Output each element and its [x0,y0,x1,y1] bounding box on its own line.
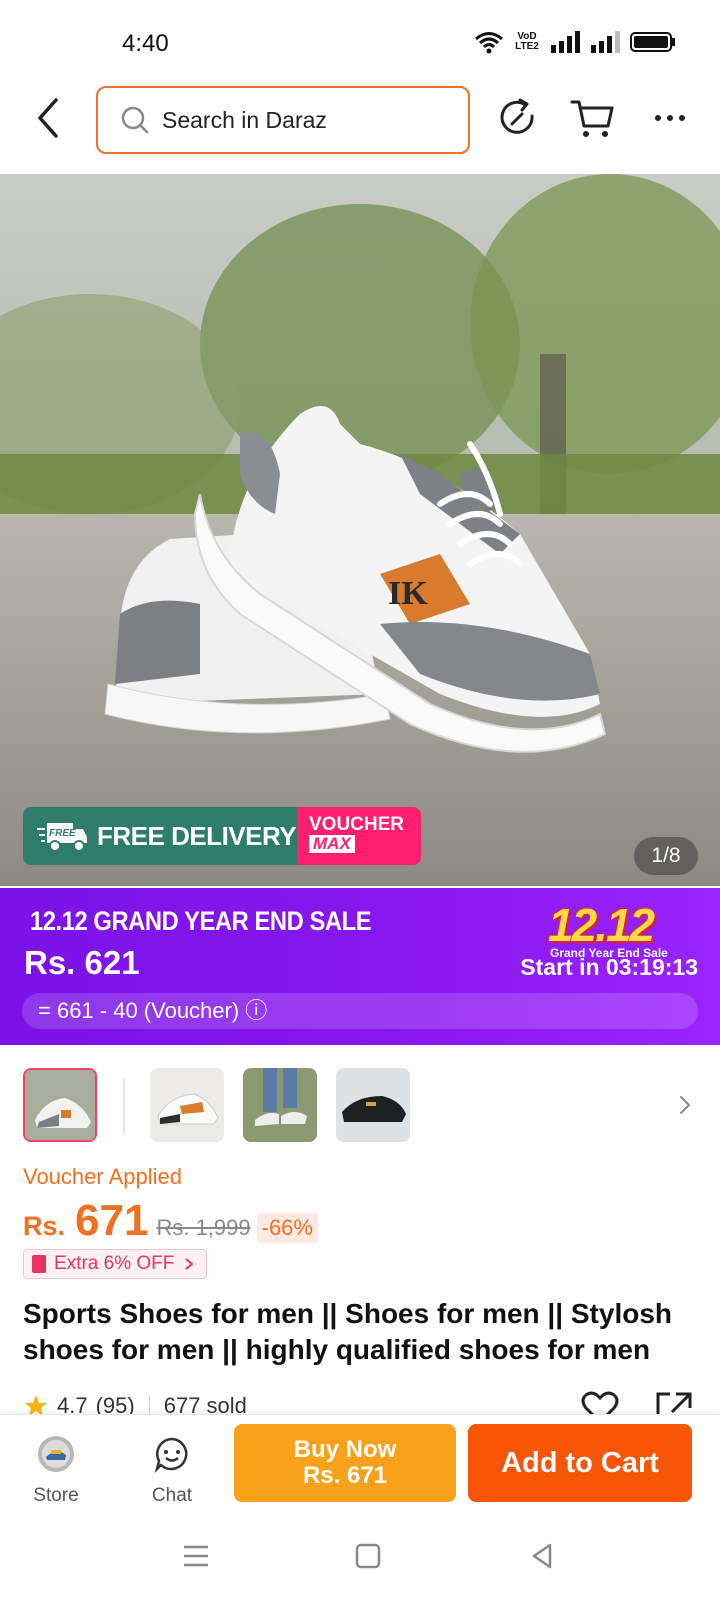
add-to-cart-button[interactable]: Add to Cart [468,1424,692,1502]
chat-label: Chat [151,1485,193,1506]
status-bar: 4:40 VoD LTE2 [0,0,720,80]
chat-button[interactable]: Chat [132,1435,212,1507]
sale-price-breakdown[interactable]: = 661 - 40 (Voucher) ⓘ [22,993,698,1029]
volte-bottom: LTE2 [515,41,539,52]
thumbnail-image [25,1070,95,1140]
coupon-icon [32,1255,46,1273]
chevron-right-icon[interactable] [678,1092,692,1118]
price-currency: Rs. [23,1211,66,1241]
store-button[interactable]: Store [16,1435,96,1507]
svg-text:IK: IK [388,575,428,612]
chevron-right-icon [185,1258,194,1270]
back-arrow-icon[interactable] [30,96,70,140]
thumbnail-divider [123,1078,125,1134]
status-icons: VoD LTE2 [474,30,676,54]
more-dots-icon[interactable] [648,96,692,140]
free-mini-label: FREE [49,828,76,839]
free-delivery-label: FREE DELIVERY [97,820,297,851]
thumbnail-2[interactable] [150,1068,224,1142]
extra-off-label: Extra 6% OFF [54,1253,175,1274]
store-icon [38,1436,74,1472]
store-label: Store [33,1485,79,1506]
extra-off-chip[interactable]: Extra 6% OFF [23,1249,208,1279]
menu-icon[interactable] [180,1540,212,1572]
bottom-action-bar: Store Chat Buy Now Rs. 671 Add to Cart [0,1414,720,1516]
buy-now-label: Buy Now [293,1436,397,1463]
battery-icon [630,32,675,52]
voucher-applied-label: Voucher Applied [23,1164,183,1189]
price-amount: 671 [75,1196,149,1245]
product-image-carousel[interactable]: IK FREE FREE DELIVERY VOUCHER MAX 1/8 [0,174,720,886]
buy-now-price: Rs. 671 [302,1462,388,1489]
system-nav-bar [0,1516,720,1600]
free-delivery-badge: FREE FREE DELIVERY [23,807,298,865]
sale-logo: 12.12 Grand Year End Sale [548,898,688,960]
top-header: Search in Daraz [0,84,720,154]
sale-countdown: Start in 03:19:13 [520,954,698,980]
thumbnail-4[interactable] [336,1068,410,1142]
thumbnail-3[interactable] [243,1068,317,1142]
share-refresh-icon[interactable] [496,96,540,140]
sale-banner[interactable]: 12.12 GRAND YEAR END SALE Rs. 621 = 661 … [0,888,720,1045]
buy-now-button[interactable]: Buy Now Rs. 671 [234,1424,456,1502]
home-square-icon[interactable] [352,1540,384,1572]
status-time: 4:40 [122,30,169,57]
image-counter: 1/8 [634,837,698,875]
volte-indicator: VoD LTE2 [514,32,540,52]
voucher-label: VOUCHER [309,814,405,835]
original-price: Rs. 1,999 [156,1215,251,1240]
product-photo: IK [0,174,720,886]
cart-icon[interactable] [570,96,614,140]
thumbnail-image [243,1068,317,1142]
search-icon [121,106,149,134]
search-placeholder: Search in Daraz [162,106,327,133]
thumbnail-strip [0,1068,720,1146]
sale-price: Rs. 621 [24,944,140,981]
price-row: Rs. 671 Rs. 1,999 -66% [23,1196,318,1248]
discount-badge: -66% [256,1213,318,1243]
voucher-max-badge: VOUCHER MAX [297,807,421,865]
search-input[interactable]: Search in Daraz [96,86,470,154]
thumbnail-image [336,1068,410,1142]
product-title: Sports Shoes for men || Shoes for men ||… [23,1298,673,1365]
sale-logo-number: 12.12 [548,899,655,951]
delivery-truck-icon: FREE [37,823,87,852]
signal-icon-1 [551,31,580,53]
signal-icon-2 [591,31,620,53]
wifi-icon [475,32,503,54]
thumbnail-1[interactable] [23,1068,97,1142]
chat-icon [154,1437,188,1474]
rating-divider [148,1396,150,1416]
back-triangle-icon[interactable] [526,1540,558,1572]
max-label: MAX [309,835,355,853]
thumbnail-image [150,1068,224,1142]
sale-title: 12.12 GRAND YEAR END SALE [30,906,372,936]
